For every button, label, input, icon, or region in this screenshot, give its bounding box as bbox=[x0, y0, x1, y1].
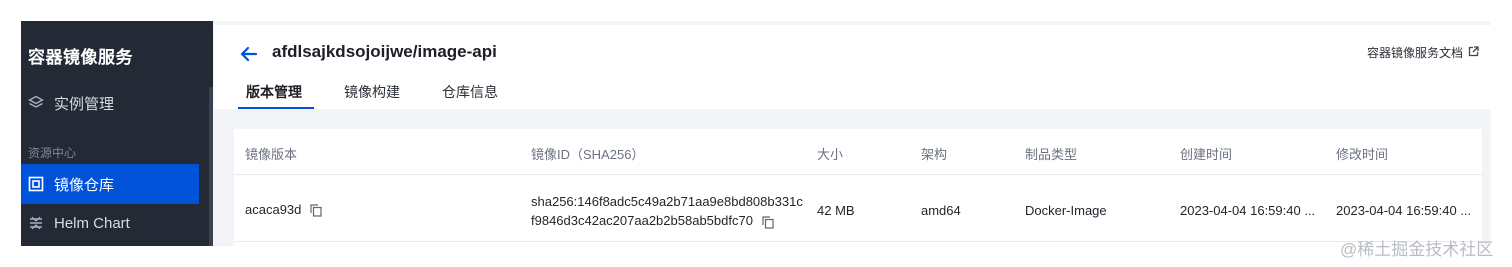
modified-cell: 2023-04-04 16:59:40 ... bbox=[1336, 203, 1472, 218]
column-header: 创建时间 bbox=[1180, 147, 1233, 162]
tab-image-build[interactable]: 镜像构建 bbox=[344, 82, 400, 109]
sidebar-item-label: 镜像仓库 bbox=[54, 176, 115, 194]
image-id-line: f9846d3c42ac207aa2b2b58ab5bdfc70 bbox=[531, 213, 753, 228]
column-header: 架构 bbox=[921, 147, 948, 162]
sidebar-item-label: 实例管理 bbox=[54, 95, 115, 113]
helm-icon bbox=[28, 215, 44, 231]
versions-table: 镜像版本 镜像ID（SHA256） 大小 架构 制品类型 创建时间 修改时间 a… bbox=[234, 129, 1482, 246]
sidebar-section-label: 资源中心 bbox=[28, 146, 77, 160]
sidebar-scrollbar[interactable] bbox=[209, 87, 213, 246]
column-header: 镜像ID（SHA256） bbox=[531, 147, 645, 162]
docs-link[interactable]: 容器镜像服务文档 bbox=[1367, 44, 1479, 61]
external-link-icon bbox=[1468, 45, 1479, 60]
sidebar: 容器镜像服务 实例管理 资源中心 镜像仓库 Helm Chart bbox=[21, 21, 213, 246]
repository-icon bbox=[28, 176, 44, 192]
page-header: afdlsajkdsojoijwe/image-api 容器镜像服务文档 版本管… bbox=[214, 25, 1491, 109]
app-window: 容器镜像服务 实例管理 资源中心 镜像仓库 Helm Chart afdlsaj… bbox=[21, 21, 1491, 246]
docs-link-label: 容器镜像服务文档 bbox=[1366, 46, 1463, 60]
column-header: 制品类型 bbox=[1025, 147, 1078, 162]
size-cell: 42 MB bbox=[817, 203, 855, 218]
tab-bar: 版本管理 镜像构建 仓库信息 bbox=[238, 82, 540, 109]
back-arrow-icon[interactable] bbox=[238, 43, 260, 65]
tab-version-management[interactable]: 版本管理 bbox=[238, 82, 314, 109]
sidebar-item-instances[interactable]: 实例管理 bbox=[21, 83, 199, 123]
created-cell: 2023-04-04 16:59:40 ... bbox=[1180, 203, 1316, 218]
column-header: 修改时间 bbox=[1336, 147, 1389, 162]
sidebar-item-helm-chart[interactable]: Helm Chart bbox=[21, 203, 199, 243]
type-cell: Docker-Image bbox=[1025, 203, 1107, 218]
sidebar-brand: 容器镜像服务 bbox=[28, 48, 133, 67]
table-row: acaca93d sha256:146f8adc5c49a2b71aa9e8bd… bbox=[234, 176, 1482, 242]
image-id-cell: sha256:146f8adc5c49a2b71aa9e8bd808b331c … bbox=[531, 192, 803, 230]
version-text: acaca93d bbox=[245, 202, 302, 217]
watermark: @稀土掘金技术社区 bbox=[1340, 240, 1494, 259]
copy-icon[interactable] bbox=[310, 204, 322, 217]
tab-repo-info[interactable]: 仓库信息 bbox=[442, 82, 498, 109]
copy-icon[interactable] bbox=[761, 215, 774, 229]
arch-cell: amd64 bbox=[921, 203, 961, 218]
version-cell: acaca93d bbox=[245, 202, 322, 217]
column-header: 镜像版本 bbox=[245, 147, 298, 162]
page-title: afdlsajkdsojoijwe/image-api bbox=[272, 42, 497, 61]
layers-icon bbox=[28, 95, 44, 111]
table-header: 镜像版本 镜像ID（SHA256） 大小 架构 制品类型 创建时间 修改时间 bbox=[234, 129, 1482, 175]
main-content: afdlsajkdsojoijwe/image-api 容器镜像服务文档 版本管… bbox=[214, 25, 1491, 246]
column-header: 大小 bbox=[817, 147, 844, 162]
sidebar-item-image-repo[interactable]: 镜像仓库 bbox=[21, 164, 199, 204]
sidebar-item-label: Helm Chart bbox=[54, 214, 130, 232]
image-id-line: sha256:146f8adc5c49a2b71aa9e8bd808b331c bbox=[531, 194, 803, 209]
